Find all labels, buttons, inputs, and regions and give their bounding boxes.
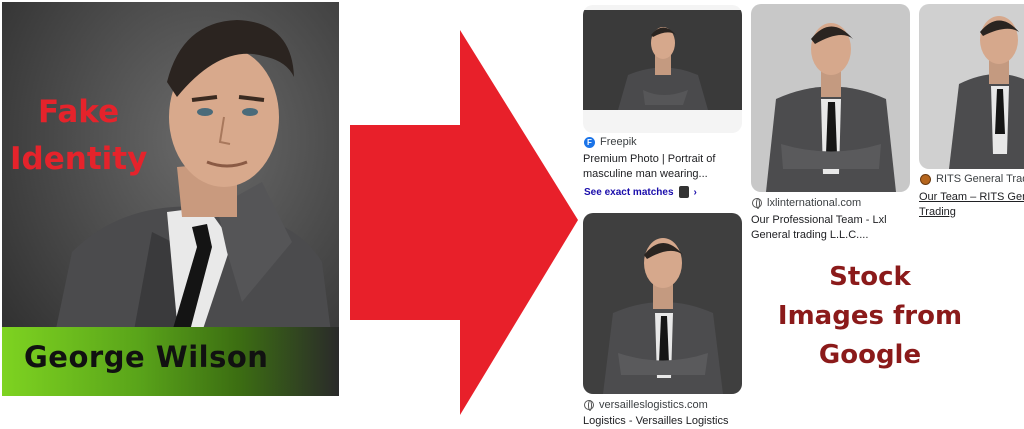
title-line: Premium Photo | Portrait of — [583, 153, 716, 165]
match-thumbnail-icon — [678, 186, 689, 198]
man-portrait-thumbnail — [919, 4, 1024, 169]
stock-images-caption: Stock Images from Google — [770, 258, 970, 375]
title-line: General trading L.L.C.... — [751, 229, 869, 241]
result-source-freepik: F Freepik — [584, 136, 637, 148]
result-image-lxl[interactable] — [751, 4, 910, 192]
source-label: Freepik — [600, 136, 637, 148]
result-image-versailles[interactable] — [583, 213, 742, 394]
result-title-lxl[interactable]: Our Professional Team - Lxl General trad… — [751, 213, 887, 243]
result-title-versailles[interactable]: Logistics - Versailles Logistics — [583, 414, 729, 429]
globe-icon — [584, 400, 594, 411]
man-portrait-thumbnail — [751, 4, 910, 192]
result-source-rits: RITS General Trad — [920, 173, 1024, 185]
rits-icon — [920, 173, 931, 185]
caption-line: Stock — [829, 262, 911, 292]
chevron-right-icon: › — [693, 186, 697, 198]
fake-label-line1: Fake — [38, 94, 120, 130]
fake-label-line2: Identity — [10, 141, 148, 177]
result-title-freepik[interactable]: Premium Photo | Portrait of masculine ma… — [583, 152, 715, 182]
see-exact-matches-link[interactable]: See exact matches › — [584, 186, 697, 198]
result-title-rits[interactable]: Our Team – RITS Gene Trading — [919, 190, 1024, 220]
profile-name: George Wilson — [24, 340, 269, 374]
title-line: Our Professional Team - Lxl — [751, 214, 887, 226]
source-label: versailleslogistics.com — [599, 399, 708, 411]
title-line: masculine man wearing... — [583, 168, 708, 180]
right-arrow-icon — [350, 30, 578, 415]
link-label: See exact matches — [584, 186, 674, 198]
man-portrait-thumbnail — [583, 5, 742, 133]
fake-profile-photo: Fake Identity George Wilson — [2, 2, 339, 396]
title-line: Trading — [919, 206, 956, 218]
man-portrait-thumbnail — [583, 213, 742, 394]
freepik-icon: F — [584, 136, 595, 148]
result-source-versailles: versailleslogistics.com — [584, 399, 708, 411]
source-label: RITS General Trad — [936, 173, 1024, 185]
caption-line: Google — [818, 340, 922, 370]
result-image-freepik[interactable] — [583, 5, 742, 133]
caption-line: Images from — [777, 301, 963, 331]
source-label: lxlinternational.com — [767, 197, 862, 209]
title-line: Our Team – RITS Gene — [919, 191, 1024, 203]
globe-icon — [752, 198, 762, 209]
result-image-rits[interactable] — [919, 4, 1024, 169]
title-line: Logistics - Versailles Logistics — [583, 415, 729, 427]
result-source-lxl: lxlinternational.com — [752, 197, 861, 209]
